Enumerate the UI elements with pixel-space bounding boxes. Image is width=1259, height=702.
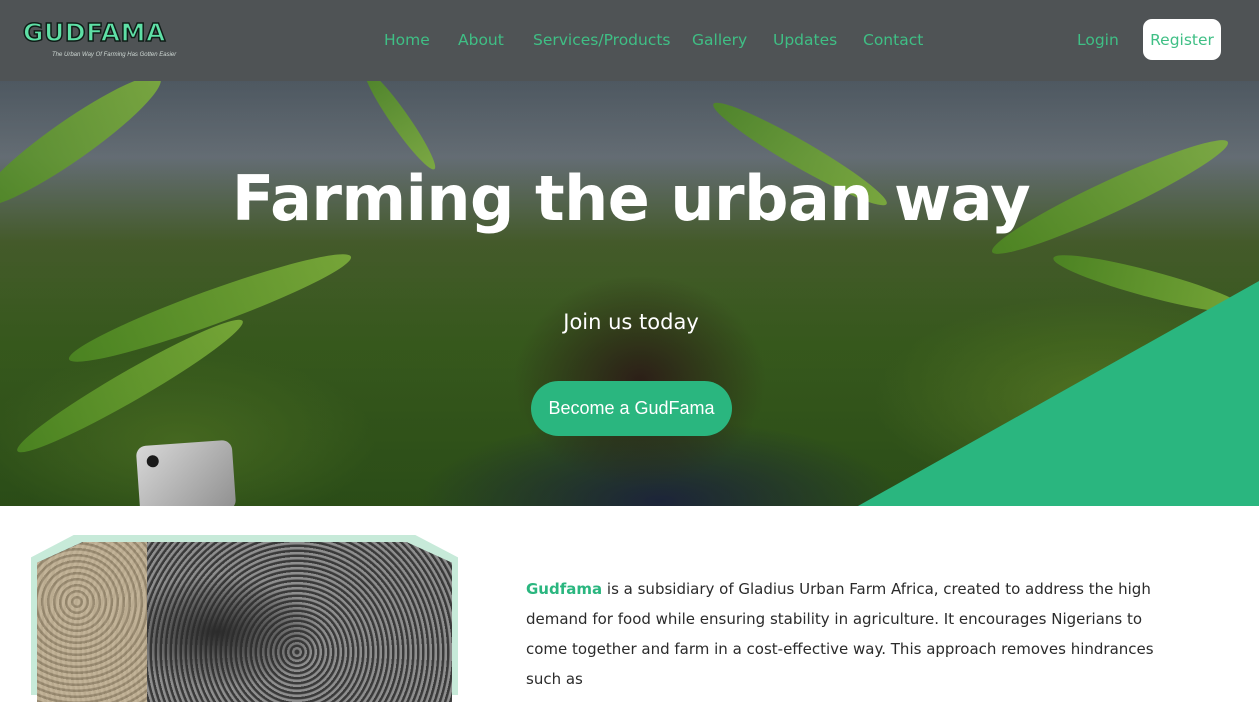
hero-subtitle: Join us today [563,310,699,334]
login-link[interactable]: Login [1077,29,1119,51]
gudfama-logo[interactable]: GUDFAMA The Urban Way Of Farming Has Got… [22,17,177,64]
logo-wordmark: GUDFAMA [22,17,166,48]
nav-services-products-link[interactable]: Services/Products [533,29,671,51]
nav-contact-link[interactable]: Contact [863,29,923,51]
nav-about-link[interactable]: About [458,29,504,51]
register-button[interactable]: Register [1143,19,1221,60]
nav-gallery-link[interactable]: Gallery [692,29,747,51]
hero-title: Farming the urban way [231,162,1031,235]
brand-highlight: Gudfama [526,580,603,598]
nav-home-link[interactable]: Home [384,29,430,51]
about-text: is a subsidiary of Gladius Urban Farm Af… [526,580,1154,688]
become-gudfama-button[interactable]: Become a GudFama [531,381,732,436]
catfish-image-background [37,542,147,702]
top-nav: GUDFAMA The Urban Way Of Farming Has Got… [0,0,1259,81]
nav-updates-link[interactable]: Updates [773,29,837,51]
logo-tagline: The Urban Way Of Farming Has Gotten Easi… [52,52,177,58]
about-paragraph: Gudfama is a subsidiary of Gladius Urban… [526,574,1166,694]
hero-banner: Farming the urban way Join us today Beco… [0,81,1259,506]
hero-accent-triangle [858,281,1259,506]
